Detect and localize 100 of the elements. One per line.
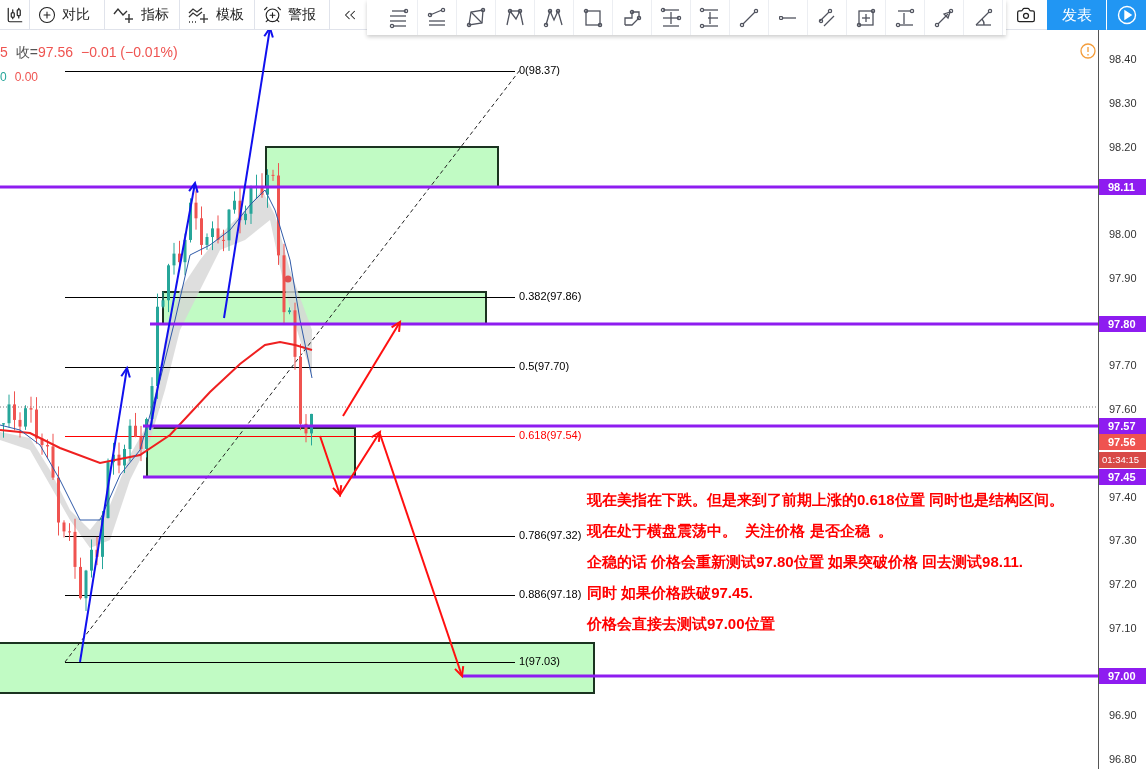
fibonacci-level-label: 0(98.37) [519, 65, 560, 76]
candle [194, 190, 198, 231]
price-tag: 97.57 [1099, 418, 1146, 434]
candle [123, 444, 126, 474]
annotation-text: 现在处于横盘震荡中。 关注价格 是否企稳 。 [587, 521, 894, 540]
axis-tick-label: 97.40 [1109, 491, 1137, 503]
candle [310, 413, 313, 446]
candle [73, 518, 77, 580]
candle [293, 302, 297, 371]
candle [24, 404, 27, 431]
candles-icon [5, 5, 24, 24]
candle [95, 536, 99, 566]
candle [167, 263, 170, 313]
candle [35, 396, 38, 445]
annotation-text: 价格会直接去测试97.00位置 [587, 614, 776, 633]
annotation-text: 同时 如果价格跌破97.45. [587, 583, 754, 602]
fibonacci-level-label: 0.5(97.70) [519, 361, 570, 372]
candle [79, 557, 82, 601]
axis-tick-label: 98.40 [1109, 54, 1137, 65]
candle [139, 425, 143, 462]
annotation-text: 企稳的话 价格会重新测试97.80位置 如果突破价格 回去测试98.11. [587, 552, 1024, 571]
candle [68, 522, 71, 542]
axis-tick-label: 98.30 [1109, 97, 1137, 109]
axis-tick-label: 97.60 [1109, 404, 1137, 415]
indicator-label: 0 [0, 69, 7, 86]
warning-icon [1080, 43, 1096, 59]
candle [112, 442, 115, 476]
price-tag: 98.11 [1099, 179, 1146, 195]
period-label: 5 [0, 43, 8, 62]
indicator-value: 0.00 [14, 69, 39, 86]
candle [271, 169, 275, 182]
candle [183, 233, 187, 276]
axis-tick-label: 97.70 [1109, 360, 1137, 372]
horizontal-ray-icon [779, 15, 797, 20]
candle [51, 433, 55, 481]
candle [134, 412, 137, 438]
axis-tick-label: 98.00 [1109, 229, 1137, 240]
axis-tick-label: 97.10 [1109, 622, 1137, 634]
candle [266, 168, 269, 209]
toolbar-button[interactable]: 模板 [180, 0, 255, 29]
axis-tick-label: 97.20 [1109, 579, 1137, 590]
candle [106, 458, 110, 519]
fibonacci-level-label: 0.618(97.54) [519, 430, 582, 441]
axis-tick-label: 96.90 [1109, 710, 1137, 722]
candle [200, 206, 203, 256]
fibonacci-level-label: 0.786(97.32) [519, 530, 582, 541]
candle [172, 242, 176, 276]
close-label: 收=97.56 [15, 43, 74, 62]
candle [288, 306, 291, 315]
candle [304, 413, 308, 443]
candle [161, 291, 165, 309]
alarm-clock-icon [263, 5, 282, 24]
toolbar-button[interactable]: 警报 [255, 0, 330, 29]
candle [84, 569, 88, 612]
candle [128, 418, 132, 463]
candle [57, 465, 60, 536]
price-tag: 97.00 [1099, 668, 1146, 684]
price-tag: 01:34:15 [1099, 452, 1146, 468]
toolbar-button[interactable]: 对比 [30, 0, 105, 29]
candle [255, 174, 258, 200]
candle [222, 229, 225, 252]
price-tag: 97.56 [1099, 434, 1146, 450]
marker-dot [284, 275, 292, 283]
play-button[interactable] [1107, 0, 1146, 30]
candle [90, 539, 93, 578]
quadrilateral-icon [464, 5, 488, 30]
axis-tick-label: 97.30 [1109, 535, 1137, 547]
candle [211, 220, 214, 251]
zigzag-arrow [319, 430, 382, 498]
candle [13, 390, 16, 431]
candle [7, 394, 11, 428]
fibonacci-level-label: 0.382(97.86) [519, 291, 582, 302]
candle [227, 208, 231, 252]
candle [40, 433, 44, 456]
candle [260, 172, 264, 199]
candle [62, 519, 66, 538]
range-icon [659, 5, 683, 30]
candle [205, 232, 209, 251]
change-value: −0.01 (−0.01%) [81, 43, 178, 62]
axis-tick-label: 98.20 [1109, 141, 1137, 153]
annotation-text: 现在美指在下跌。但是来到了前期上涨的0.618位置 同时也是结构区间。 [587, 490, 1064, 509]
fibonacci-level-label: 0.886(97.18) [519, 589, 582, 600]
fibonacci-level-label: 1(97.03) [519, 656, 560, 667]
candle [117, 442, 121, 474]
toolbar-button[interactable]: 指标 [105, 0, 180, 29]
plus-circle-icon [38, 5, 56, 24]
candle [216, 214, 220, 244]
indicator-icon [113, 5, 135, 24]
camera-icon [1016, 5, 1036, 25]
price-tag: 97.80 [1099, 316, 1146, 332]
axis-tick-label: 97.90 [1109, 272, 1137, 284]
candle [29, 396, 33, 424]
candle [244, 205, 247, 226]
candle [2, 422, 5, 439]
candle [233, 190, 236, 215]
play-icon [1116, 5, 1137, 25]
candle [18, 411, 22, 439]
candle [46, 438, 49, 459]
price-tag: 97.45 [1099, 469, 1146, 485]
template-icon [188, 5, 210, 24]
